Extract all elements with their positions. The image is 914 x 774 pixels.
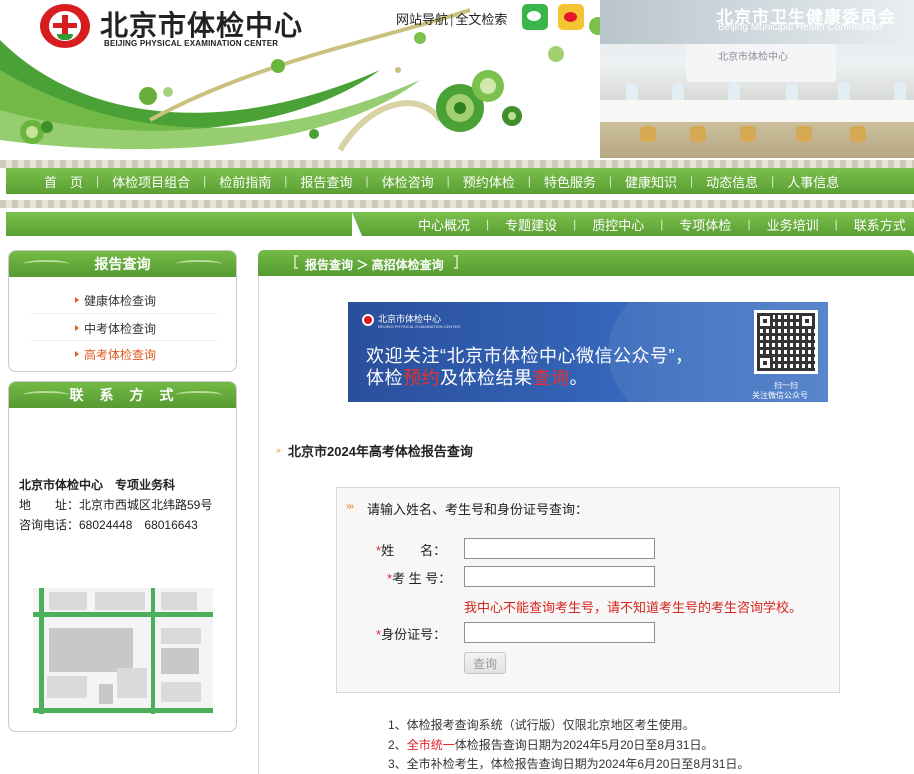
title-arrow-icon: » <box>276 445 282 455</box>
contact-org: 北京市体检中心 专项业务科 <box>19 478 176 492</box>
logo-subtitle: BEIJING PHYSICAL EXAMINATION CENTER <box>104 39 279 48</box>
prompt-arrow-icon: »» <box>346 501 354 512</box>
top-links: 网站导航 | 全文检索 <box>396 12 508 27</box>
wechat-banner[interactable]: 北京市体检中心 BEIJING PHYSICAL EXAMINATION CEN… <box>348 302 828 402</box>
nav-pattern-strip <box>0 160 914 168</box>
sidebar-link-gaokao[interactable]: 高考体检查询 <box>84 346 156 363</box>
nav-pattern-strip-2 <box>0 200 914 208</box>
id-number-label: *身份证号： <box>376 627 447 642</box>
name-input[interactable] <box>464 538 655 559</box>
sidebar-contact-title: 联系方式 <box>69 387 190 403</box>
nav-item-consult[interactable]: 体检咨询 <box>382 172 434 191</box>
full-text-search-link[interactable]: 全文检索 <box>455 12 507 27</box>
subnav-item-topics[interactable]: 专题建设 <box>505 215 557 234</box>
id-number-input[interactable] <box>464 622 655 643</box>
nav-item-health-knowledge[interactable]: 健康知识 <box>625 172 677 191</box>
nav-item-home[interactable]: 首 页 <box>44 172 83 191</box>
nav-item-hr[interactable]: 人事信息 <box>787 172 839 191</box>
nav-item-news[interactable]: 动态信息 <box>706 172 758 191</box>
commission-name-en: Beijing Municipal Health Commission <box>718 22 883 33</box>
sidebar-contact-box: 联系方式 北京市体检中心 专项业务科 地 址：北京市西城区北纬路59号 咨询电话… <box>8 381 237 732</box>
location-map[interactable] <box>33 588 213 714</box>
page-title: 北京市2024年高考体检报告查询 <box>288 444 473 459</box>
center-sign: 北京市体检中心 <box>718 52 788 63</box>
exam-number-label: *考 生 号： <box>387 571 452 586</box>
sub-nav: 中心概况 | 专题建设 | 质控中心 | 专项体检 | 业务培训 | 联系方式 <box>6 212 914 236</box>
main-nav: 首 页 | 体检项目组合 | 检前指南 | 报告查询 | 体检咨询 | 预约体检 | 特色服… <box>6 168 914 194</box>
wechat-icon[interactable] <box>522 4 548 30</box>
nav-item-report-query[interactable]: 报告查询 <box>300 172 352 191</box>
banner-line-2: 体检预约及体检结果查询。 <box>366 368 588 388</box>
subnav-item-overview[interactable]: 中心概况 <box>418 215 470 234</box>
sidebar-link-zhongkao[interactable]: 中考体检查询 <box>84 320 156 337</box>
content-divider <box>258 276 259 774</box>
breadcrumb[interactable]: 报告查询 ＞ 高招体检查询 <box>305 256 444 273</box>
contact-address: 地 址：北京市西城区北纬路59号 <box>19 498 213 512</box>
note-3: 3、全市补检考生，体检报告查询日期为2024年6月20日至8月31日。 <box>388 757 750 771</box>
site-nav-link[interactable]: 网站导航 <box>396 12 448 27</box>
qr-caption-follow: 关注微信公众号 <box>752 391 808 400</box>
banner-logo-subtitle: BEIJING PHYSICAL EXAMINATION CENTER <box>378 324 461 329</box>
bullet-icon <box>75 351 79 357</box>
qr-code-icon <box>754 310 818 374</box>
note-1: 1、体检报考查询系统（试行版）仅限北京地区考生使用。 <box>388 718 695 732</box>
exam-number-input[interactable] <box>464 566 655 587</box>
bullet-icon <box>75 297 79 303</box>
contact-phone: 咨询电话：68024448 68016643 <box>19 518 198 532</box>
nav-item-booking[interactable]: 预约体检 <box>463 172 515 191</box>
nav-item-packages[interactable]: 体检项目组合 <box>112 172 190 191</box>
logo-title[interactable]: 北京市体检中心 <box>100 4 303 44</box>
sidebar-report-header: 报告查询 <box>9 251 236 277</box>
note-2: 2、全市统一体检报告查询日期为2024年5月20日至8月31日。 <box>388 738 714 752</box>
subnav-item-special-exam[interactable]: 专项体检 <box>679 215 731 234</box>
nav-item-guide[interactable]: 检前指南 <box>219 172 271 191</box>
query-button[interactable]: 查询 <box>464 652 506 674</box>
subnav-item-qc-center[interactable]: 质控中心 <box>592 215 644 234</box>
site-header: 北京市体检中心 BEIJING PHYSICAL EXAMINATION CEN… <box>0 0 914 160</box>
sidebar-contact-header: 联系方式 <box>9 382 236 408</box>
bullet-icon <box>75 325 79 331</box>
sidebar-report-box: 报告查询 健康体检查询 中考体检查询 高考体检查询 <box>8 250 237 372</box>
sidebar-link-health-exam[interactable]: 健康体检查询 <box>84 292 156 309</box>
nav-item-special-services[interactable]: 特色服务 <box>544 172 596 191</box>
logo-emblem[interactable] <box>40 4 90 48</box>
banner-logo-icon <box>362 314 374 326</box>
sidebar-report-title: 报告查询 <box>94 256 151 272</box>
subnav-item-training[interactable]: 业务培训 <box>767 215 819 234</box>
name-label: *姓 名： <box>376 543 447 558</box>
subnav-item-contact[interactable]: 联系方式 <box>854 215 906 234</box>
weibo-icon[interactable] <box>558 4 584 30</box>
form-prompt: 请输入姓名、考生号和身份证号查询： <box>367 502 589 517</box>
exam-number-warning: 我中心不能查询考生号，请不知道考生号的考生咨询学校。 <box>464 600 803 615</box>
